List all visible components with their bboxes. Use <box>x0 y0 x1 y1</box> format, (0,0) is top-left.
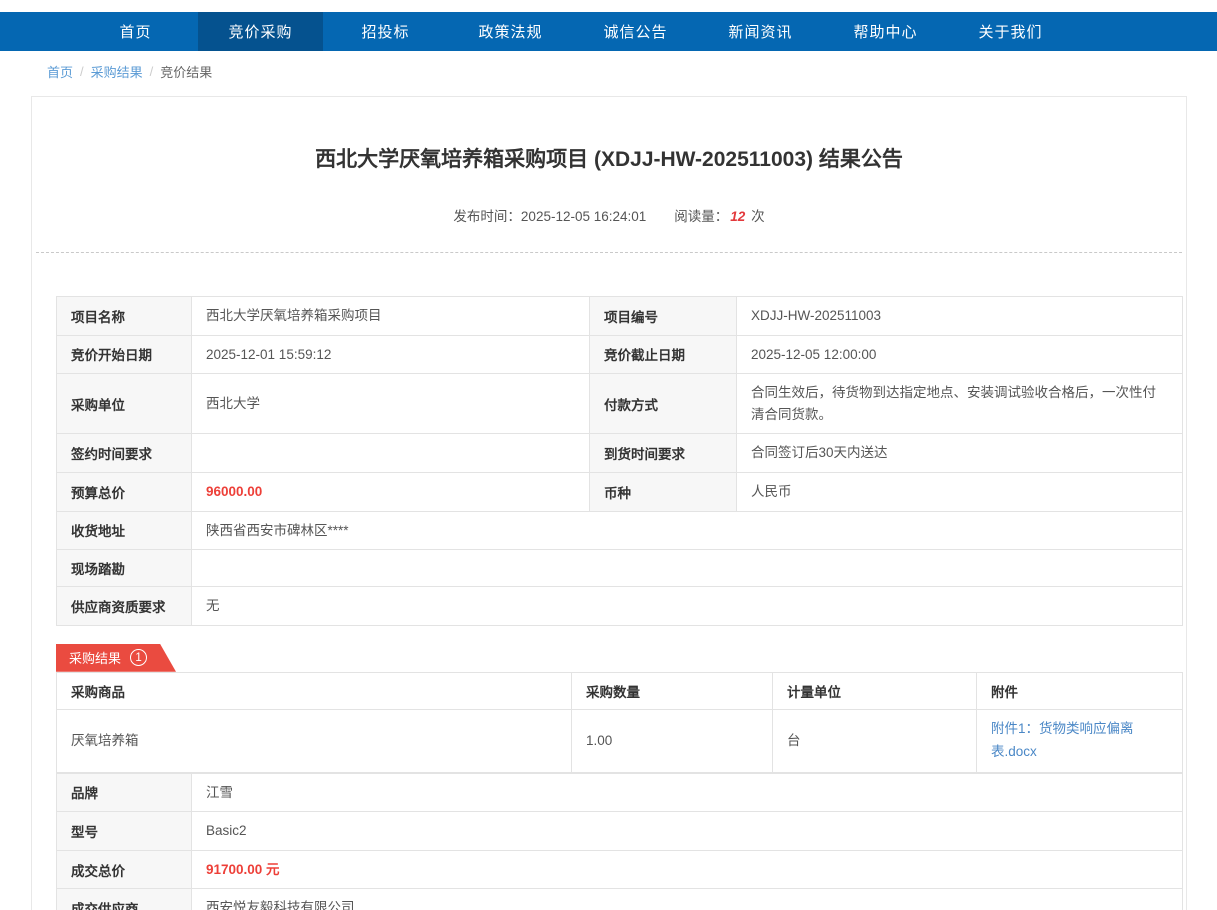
breadcrumb-separator: / <box>150 64 154 79</box>
nav-item-bidding-procurement[interactable]: 竞价采购 <box>198 12 323 51</box>
brand-label: 品牌 <box>57 773 192 812</box>
nav-item-help-center[interactable]: 帮助中心 <box>823 12 948 51</box>
currency-label: 币种 <box>590 472 737 511</box>
table-row: 供应商资质要求 无 <box>57 587 1183 626</box>
attachment-cell: 附件1：货物类响应偏离表.docx <box>977 709 1183 772</box>
column-header-quantity: 采购数量 <box>572 672 773 709</box>
site-survey-label: 现场踏勘 <box>57 550 192 587</box>
result-index-badge: 1 <box>130 649 147 666</box>
model-value: Basic2 <box>192 812 1183 851</box>
nav-item-tendering[interactable]: 招投标 <box>323 12 448 51</box>
product-name-value: 厌氧培养箱 <box>57 709 572 772</box>
column-header-product: 采购商品 <box>57 672 572 709</box>
dashed-divider <box>36 252 1182 253</box>
payment-method-value: 合同生效后，待货物到达指定地点、安装调试验收合格后，一次性付清合同货款。 <box>737 374 1183 434</box>
nav-item-news[interactable]: 新闻资讯 <box>698 12 823 51</box>
winning-supplier-label: 成交供应商 <box>57 889 192 910</box>
views-unit: 次 <box>751 209 765 224</box>
column-header-unit: 计量单位 <box>773 672 977 709</box>
table-row: 厌氧培养箱 1.00 台 附件1：货物类响应偏离表.docx <box>57 709 1183 772</box>
announcement-card: 西北大学厌氧培养箱采购项目 (XDJJ-HW-202511003) 结果公告 发… <box>31 96 1187 910</box>
project-info-table: 项目名称 西北大学厌氧培养箱采购项目 项目编号 XDJJ-HW-20251100… <box>56 296 1183 626</box>
delivery-time-value: 合同签订后30天内送达 <box>737 434 1183 473</box>
unit-value: 台 <box>773 709 977 772</box>
purchasing-unit-label: 采购单位 <box>57 374 192 434</box>
breadcrumb-procurement-results-link[interactable]: 采购结果 <box>91 62 143 81</box>
table-row: 型号 Basic2 <box>57 812 1183 851</box>
award-detail-table: 品牌 江雪 型号 Basic2 成交总价 91700.00 元 成交供应商 西安… <box>56 773 1183 910</box>
bid-start-date-label: 竞价开始日期 <box>57 335 192 374</box>
table-row: 现场踏勘 <box>57 550 1183 587</box>
bid-deadline-label: 竞价截止日期 <box>590 335 737 374</box>
views-count: 12 <box>730 209 745 224</box>
quantity-value: 1.00 <box>572 709 773 772</box>
views-label: 阅读量： <box>674 209 728 224</box>
table-row: 成交总价 91700.00 元 <box>57 850 1183 889</box>
project-number-value: XDJJ-HW-202511003 <box>737 297 1183 336</box>
currency-value: 人民币 <box>737 472 1183 511</box>
table-row: 品牌 江雪 <box>57 773 1183 812</box>
delivery-address-label: 收货地址 <box>57 511 192 550</box>
supplier-qualification-label: 供应商资质要求 <box>57 587 192 626</box>
table-row: 竞价开始日期 2025-12-01 15:59:12 竞价截止日期 2025-1… <box>57 335 1183 374</box>
article-meta: 发布时间：2025-12-05 16:24:01 阅读量：12 次 <box>32 205 1186 225</box>
budget-total-label: 预算总价 <box>57 472 192 511</box>
final-price-label: 成交总价 <box>57 850 192 889</box>
page-title: 西北大学厌氧培养箱采购项目 (XDJJ-HW-202511003) 结果公告 <box>32 143 1186 173</box>
bid-deadline-value: 2025-12-05 12:00:00 <box>737 335 1183 374</box>
publish-time-value: 2025-12-05 16:24:01 <box>521 209 646 224</box>
table-row: 成交供应商 西安悦友毅科技有限公司 <box>57 889 1183 910</box>
budget-total-value: 96000.00 <box>192 472 590 511</box>
breadcrumb: 首页 / 采购结果 / 竞价结果 <box>0 51 1217 91</box>
purchasing-unit-value: 西北大学 <box>192 374 590 434</box>
delivery-time-label: 到货时间要求 <box>590 434 737 473</box>
nav-item-about-us[interactable]: 关于我们 <box>948 12 1073 51</box>
table-row: 收货地址 陕西省西安市碑林区**** <box>57 511 1183 550</box>
winning-supplier-value: 西安悦友毅科技有限公司 <box>192 889 1183 910</box>
breadcrumb-separator: / <box>80 64 84 79</box>
supplier-qualification-value: 无 <box>192 587 1183 626</box>
signing-time-value <box>192 434 590 473</box>
top-navigation: 首页 竞价采购 招投标 政策法规 诚信公告 新闻资讯 帮助中心 关于我们 <box>0 12 1217 51</box>
signing-time-label: 签约时间要求 <box>57 434 192 473</box>
brand-value: 江雪 <box>192 773 1183 812</box>
table-header-row: 采购商品 采购数量 计量单位 附件 <box>57 672 1183 709</box>
column-header-attachment: 附件 <box>977 672 1183 709</box>
bid-start-date-value: 2025-12-01 15:59:12 <box>192 335 590 374</box>
procurement-result-table: 采购商品 采购数量 计量单位 附件 厌氧培养箱 1.00 台 附件1：货物类响应… <box>56 672 1183 773</box>
nav-item-integrity-notices[interactable]: 诚信公告 <box>573 12 698 51</box>
procurement-result-badge: 采购结果 1 <box>56 644 176 672</box>
table-row: 签约时间要求 到货时间要求 合同签订后30天内送达 <box>57 434 1183 473</box>
breadcrumb-current-page: 竞价结果 <box>160 62 212 81</box>
table-row: 项目名称 西北大学厌氧培养箱采购项目 项目编号 XDJJ-HW-20251100… <box>57 297 1183 336</box>
procurement-result-badge-label: 采购结果 <box>69 648 121 667</box>
table-row: 采购单位 西北大学 付款方式 合同生效后，待货物到达指定地点、安装调试验收合格后… <box>57 374 1183 434</box>
publish-time-label: 发布时间： <box>453 209 521 224</box>
site-survey-value <box>192 550 1183 587</box>
final-price-value: 91700.00 元 <box>192 850 1183 889</box>
nav-item-home[interactable]: 首页 <box>73 12 198 51</box>
project-name-label: 项目名称 <box>57 297 192 336</box>
nav-item-policies[interactable]: 政策法规 <box>448 12 573 51</box>
attachment-link[interactable]: 附件1：货物类响应偏离表.docx <box>991 721 1134 759</box>
project-number-label: 项目编号 <box>590 297 737 336</box>
breadcrumb-home-link[interactable]: 首页 <box>47 62 73 81</box>
table-row: 预算总价 96000.00 币种 人民币 <box>57 472 1183 511</box>
payment-method-label: 付款方式 <box>590 374 737 434</box>
project-name-value: 西北大学厌氧培养箱采购项目 <box>192 297 590 336</box>
delivery-address-value: 陕西省西安市碑林区**** <box>192 511 1183 550</box>
model-label: 型号 <box>57 812 192 851</box>
